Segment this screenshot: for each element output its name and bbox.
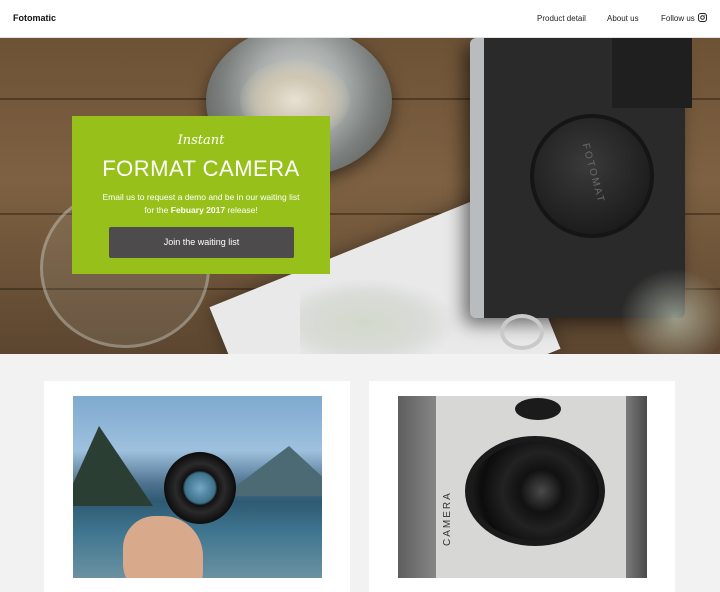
promo-title: FORMAT CAMERA [102, 156, 300, 181]
promo-description: Email us to request a demo and be in our… [98, 191, 304, 217]
hand-shape [123, 516, 203, 578]
product-card: CAMERA [369, 381, 675, 592]
mountain-shape [223, 446, 322, 496]
plant-leaves-image [620, 268, 720, 354]
nav-about-us[interactable]: About us [607, 14, 639, 23]
mountain-shape [73, 426, 153, 506]
product-card [44, 381, 350, 592]
nav-product-detail[interactable]: Product detail [537, 14, 586, 23]
hero-banner: FOTOMAT Instant FORMAT CAMERA Email us t… [0, 38, 720, 354]
top-navbar: Fotomatic Product detail About us Follow… [0, 0, 720, 38]
lens-over-lake-photo[interactable] [73, 396, 322, 578]
plant-leaves-image [300, 278, 460, 354]
camera-knob-shape [515, 398, 561, 420]
camera-lens-shape [164, 452, 236, 524]
promo-card: Instant FORMAT CAMERA Email us to reques… [72, 116, 330, 274]
nav-follow-us[interactable]: Follow us [661, 14, 695, 23]
camera-body-text: CAMERA [442, 491, 453, 546]
promo-release-date: Febuary 2017 [170, 205, 226, 215]
promo-text-after: release! [225, 205, 258, 215]
brand-logo[interactable]: Fotomatic [13, 13, 56, 23]
instagram-icon[interactable] [698, 13, 707, 22]
camera-lens-shape [465, 436, 605, 546]
strap-clip-image [500, 314, 544, 350]
join-waiting-list-button[interactable]: Join the waiting list [109, 227, 294, 258]
promo-script-label: Instant [177, 133, 225, 148]
camera-closeup-photo[interactable]: CAMERA [398, 396, 647, 578]
camera-top-image [612, 38, 692, 108]
